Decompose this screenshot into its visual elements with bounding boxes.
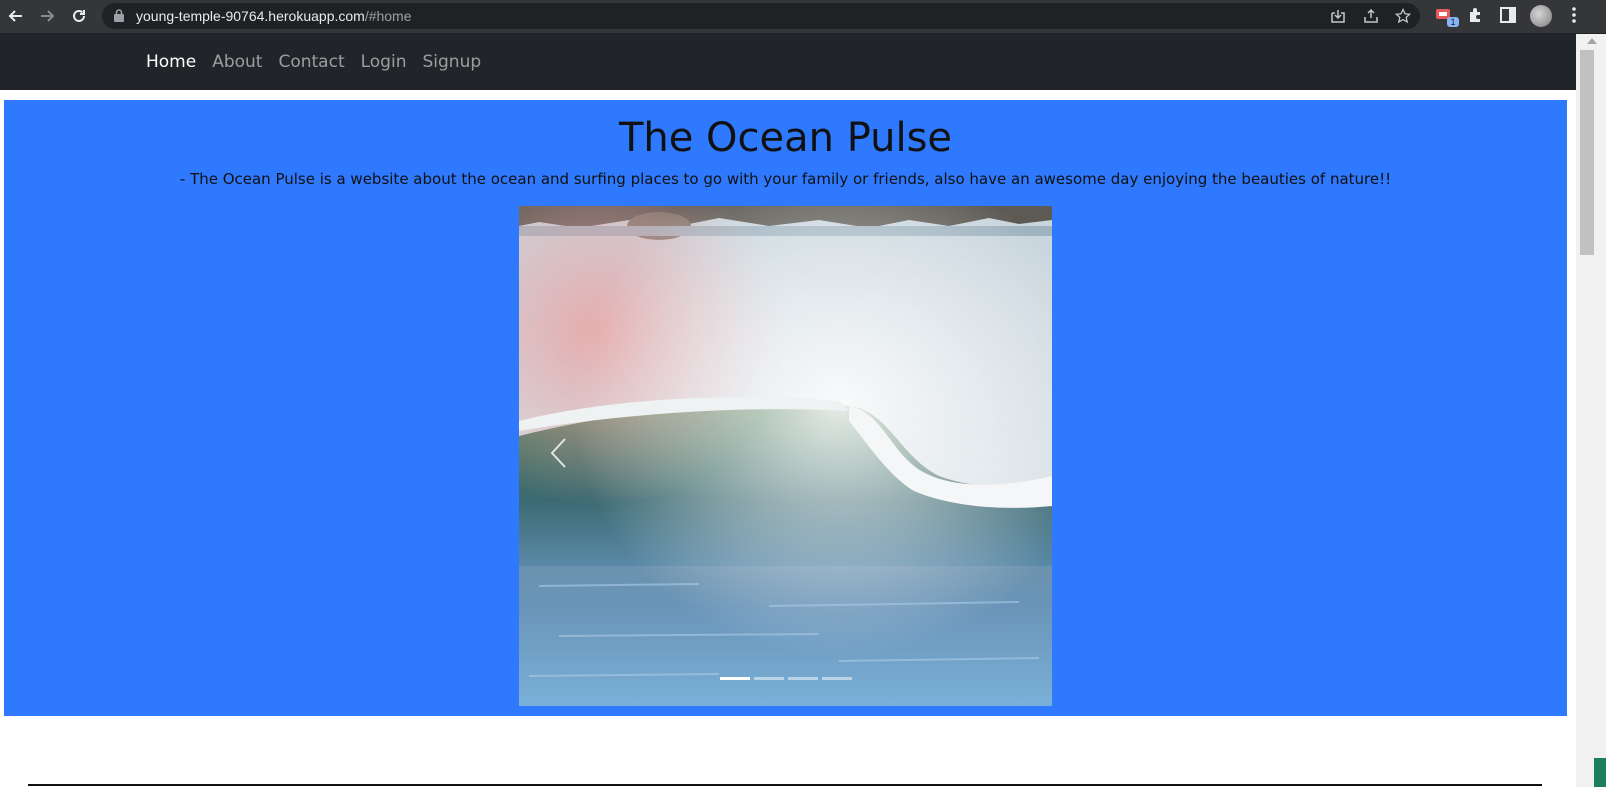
hero-section: The Ocean Pulse - The Ocean Pulse is a w… (4, 100, 1567, 716)
install-app-icon[interactable] (1330, 8, 1346, 24)
nav-link-signup[interactable]: Signup (422, 52, 481, 72)
corner-widget (1594, 758, 1606, 787)
page-title: The Ocean Pulse (618, 115, 953, 161)
lock-icon (114, 9, 124, 27)
scrollbar-thumb[interactable] (1580, 50, 1594, 255)
url-host: young-temple-90764.herokuapp.com (136, 8, 365, 24)
kebab-menu-icon[interactable] (1564, 5, 1584, 25)
carousel-indicator[interactable] (720, 677, 750, 680)
carousel-slide-image (519, 206, 1052, 706)
url-text: young-temple-90764.herokuapp.com/#home (136, 8, 412, 24)
nav-link-contact[interactable]: Contact (278, 52, 344, 72)
nav-link-home[interactable]: Home (146, 52, 196, 72)
carousel-indicator[interactable] (788, 677, 818, 680)
nav-links: Home About Contact Login Signup (146, 52, 481, 72)
carousel-prev-chevron-icon[interactable] (547, 436, 571, 470)
carousel-indicator[interactable] (754, 677, 784, 680)
share-icon[interactable] (1363, 8, 1379, 24)
nav-link-about[interactable]: About (212, 52, 262, 72)
hero-tagline: - The Ocean Pulse is a website about the… (179, 170, 1392, 188)
extension-badge: 1 (1447, 17, 1459, 27)
bookmark-star-icon[interactable] (1394, 7, 1412, 24)
side-panel-icon[interactable] (1498, 5, 1518, 25)
carousel-indicator[interactable] (822, 677, 852, 680)
carousel-indicators (720, 677, 852, 680)
site-navbar: Home About Contact Login Signup (0, 34, 1576, 90)
url-path: /#home (364, 8, 412, 24)
scroll-up-arrow-icon[interactable] (1587, 38, 1597, 44)
back-arrow-icon[interactable] (4, 4, 28, 28)
address-bar[interactable]: young-temple-90764.herokuapp.com/#home (102, 3, 1420, 29)
reload-icon[interactable] (67, 4, 91, 28)
profile-avatar[interactable] (1530, 5, 1552, 27)
image-carousel (519, 206, 1052, 706)
puzzle-extensions-icon[interactable] (1466, 5, 1486, 25)
browser-toolbar: young-temple-90764.herokuapp.com/#home 1 (0, 0, 1606, 34)
section-divider (28, 784, 1542, 786)
nav-link-login[interactable]: Login (361, 52, 407, 72)
forward-arrow-icon[interactable] (35, 4, 59, 28)
